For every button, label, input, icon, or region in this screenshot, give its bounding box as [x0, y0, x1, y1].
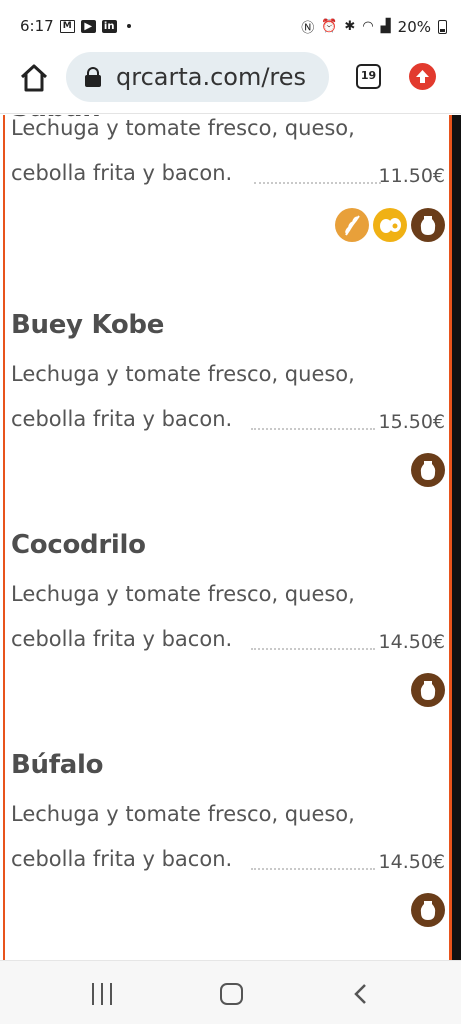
system-nav-bar: [0, 960, 461, 1024]
milk-icon: [411, 893, 445, 927]
dish-name: Búfalo: [11, 750, 104, 780]
wifi-icon: ◠: [362, 19, 374, 34]
house-icon: [20, 64, 48, 92]
menu-item: Cocodrilo Lechuga y tomate fresco, queso…: [11, 530, 447, 720]
arrow-up-icon: [416, 70, 429, 83]
battery-percent: 20%: [397, 17, 431, 36]
allergen-list: [411, 453, 445, 487]
allergen-list: [411, 673, 445, 707]
home-icon[interactable]: [220, 983, 243, 1005]
menu-content[interactable]: Saban Lechuga y tomate fresco, queso, ce…: [0, 115, 461, 960]
home-button[interactable]: [18, 62, 50, 94]
frame-border-left: [3, 115, 5, 960]
status-bar: 6:17 M ▶ in Ⓝ ⏰ ✱ ◠ ▟ 20%: [0, 0, 461, 52]
menu-item: Buey Kobe Lechuga y tomate fresco, queso…: [11, 310, 447, 500]
dish-description-line2: cebolla frita y bacon.: [11, 847, 233, 871]
milk-icon: [411, 673, 445, 707]
nfc-icon: Ⓝ: [301, 21, 315, 36]
gluten-icon: [335, 208, 369, 242]
price-leader: [251, 428, 375, 430]
menu-item: Búfalo Lechuga y tomate fresco, queso, c…: [11, 750, 447, 940]
dish-description-line1: Lechuga y tomate fresco, queso,: [11, 116, 355, 140]
allergen-list: [411, 893, 445, 927]
dish-description-line2: cebolla frita y bacon.: [11, 627, 233, 651]
linkedin-icon: in: [101, 19, 117, 33]
menu-item-partial: Saban Lechuga y tomate fresco, queso, ce…: [11, 115, 447, 275]
status-left: 6:17 M ▶ in: [20, 17, 131, 35]
allergen-list: [335, 208, 445, 242]
dish-price: 14.50€: [378, 631, 445, 653]
milk-icon: [411, 453, 445, 487]
battery-icon: [438, 19, 447, 34]
alarm-icon: ⏰: [321, 19, 338, 34]
url-bar[interactable]: qrcarta.com/res: [66, 52, 329, 102]
youtube-icon: ▶: [80, 19, 96, 33]
dish-price: 11.50€: [378, 165, 445, 187]
price-leader: [251, 648, 375, 650]
status-time: 6:17: [20, 17, 54, 35]
dot-icon: [126, 24, 131, 28]
gmail-icon: M: [59, 19, 75, 33]
signal-icon: ▟: [380, 19, 391, 34]
dish-name: Buey Kobe: [11, 310, 165, 340]
dish-name: Cocodrilo: [11, 530, 146, 560]
dish-description-line2: cebolla frita y bacon.: [11, 161, 233, 185]
tab-switcher-button[interactable]: 19: [356, 64, 381, 89]
dish-price: 15.50€: [378, 411, 445, 433]
dish-description-line2: cebolla frita y bacon.: [11, 407, 233, 431]
url-text[interactable]: qrcarta.com/res: [116, 63, 306, 91]
status-right: Ⓝ ⏰ ✱ ◠ ▟ 20%: [301, 17, 447, 36]
bluetooth-icon: ✱: [344, 19, 356, 34]
browser-toolbar: qrcarta.com/res 19: [0, 52, 461, 114]
price-leader: [251, 868, 375, 870]
update-button[interactable]: [409, 63, 436, 90]
frame-shadow-right: [452, 115, 461, 960]
dish-description-line1: Lechuga y tomate fresco, queso,: [11, 362, 355, 386]
milk-icon: [411, 208, 445, 242]
dish-description-line1: Lechuga y tomate fresco, queso,: [11, 802, 355, 826]
back-icon[interactable]: [352, 983, 368, 1005]
egg-icon: [373, 208, 407, 242]
price-leader: [254, 182, 381, 184]
lock-icon[interactable]: [84, 67, 102, 87]
dish-description-line1: Lechuga y tomate fresco, queso,: [11, 582, 355, 606]
recent-apps-icon[interactable]: [91, 983, 113, 1005]
dish-price: 14.50€: [378, 851, 445, 873]
